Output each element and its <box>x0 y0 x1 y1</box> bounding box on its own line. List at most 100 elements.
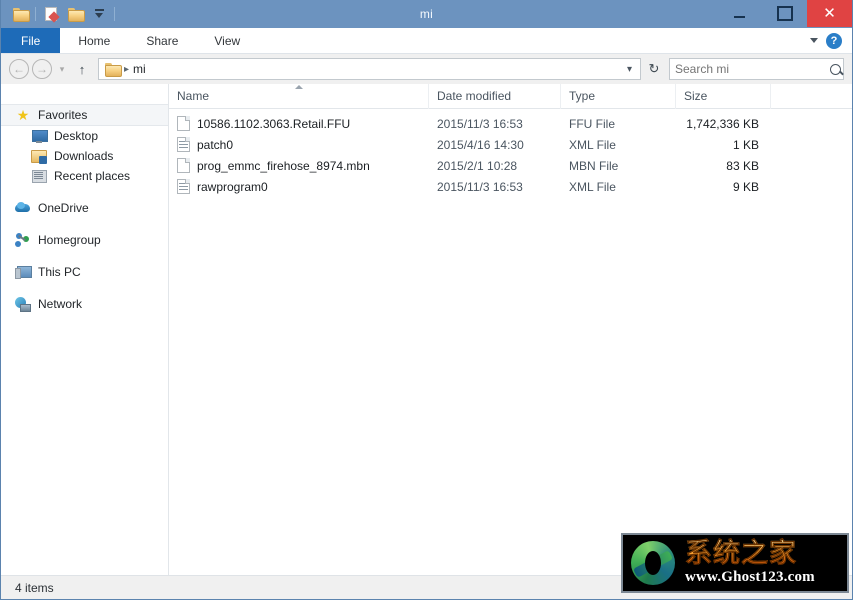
homegroup-icon <box>15 232 31 248</box>
sidebar-item-this-pc[interactable]: This PC <box>1 262 168 282</box>
folder-icon <box>68 8 83 20</box>
file-date-cell: 2015/2/1 10:28 <box>429 155 561 176</box>
file-type-cell: XML File <box>561 176 676 197</box>
sidebar-item-label: Desktop <box>54 129 98 143</box>
sidebar-item-label: Downloads <box>54 149 113 163</box>
sidebar-item-label: Favorites <box>38 108 87 122</box>
desktop-icon <box>31 128 47 144</box>
ghost123-ring-logo-icon <box>627 537 679 589</box>
file-icon <box>177 158 190 173</box>
qat-divider <box>35 7 36 21</box>
sidebar-item-label: Network <box>38 297 82 311</box>
maximize-button[interactable] <box>762 0 807 27</box>
recent-icon <box>31 168 47 184</box>
search-box[interactable] <box>669 58 844 80</box>
tab-view[interactable]: View <box>196 28 258 53</box>
navigation-pane: ★ Favorites Desktop Downloads Recent pla… <box>1 84 169 575</box>
file-date-cell: 2015/11/3 16:53 <box>429 176 561 197</box>
file-name-cell[interactable]: patch0 <box>169 134 429 155</box>
forward-button[interactable]: → <box>32 59 52 79</box>
sidebar-item-onedrive[interactable]: OneDrive <box>1 198 168 218</box>
table-row[interactable]: 10586.1102.3063.Retail.FFU 2015/11/3 16:… <box>169 113 852 134</box>
file-size-cell: 1,742,336 KB <box>676 113 771 134</box>
help-icon[interactable]: ? <box>826 33 842 49</box>
sidebar-item-downloads[interactable]: Downloads <box>1 146 168 166</box>
file-size-cell: 83 KB <box>676 155 771 176</box>
star-icon: ★ <box>15 107 31 123</box>
network-icon <box>15 296 31 312</box>
folder-icon <box>105 63 120 75</box>
watermark-brand: 系统之家 <box>685 540 843 568</box>
path-dropdown-icon[interactable]: ▾ <box>623 64 636 75</box>
file-name-cell[interactable]: rawprogram0 <box>169 176 429 197</box>
sidebar-item-network[interactable]: Network <box>1 294 168 314</box>
file-date-cell: 2015/4/16 14:30 <box>429 134 561 155</box>
qat-folder-view-button[interactable] <box>64 4 86 24</box>
xml-file-icon <box>177 137 190 152</box>
sidebar-item-favorites[interactable]: ★ Favorites <box>1 104 168 126</box>
file-size-cell: 9 KB <box>676 176 771 197</box>
sidebar-item-label: Recent places <box>54 169 130 183</box>
back-button[interactable]: ← <box>9 59 29 79</box>
file-name: rawprogram0 <box>197 180 268 194</box>
watermark-text: 系统之家 www.Ghost123.com <box>685 540 843 586</box>
address-bar: ← → ▾ ↑ ▸ mi ▾ ↻ <box>1 54 852 84</box>
column-header-label: Type <box>569 89 595 103</box>
path-breadcrumb-bar[interactable]: ▸ mi ▾ <box>98 58 641 80</box>
recent-locations-button[interactable]: ▾ <box>55 64 69 75</box>
qat-customize-button[interactable] <box>88 4 110 24</box>
breadcrumb-item-mi[interactable]: mi <box>133 62 146 76</box>
file-rows: 10586.1102.3063.Retail.FFU 2015/11/3 16:… <box>169 109 852 197</box>
file-name: patch0 <box>197 138 233 152</box>
quick-access-toolbar <box>1 0 117 27</box>
file-name-cell[interactable]: prog_emmc_firehose_8974.mbn <box>169 155 429 176</box>
tab-share[interactable]: Share <box>128 28 196 53</box>
qat-folder-properties-button[interactable] <box>9 4 31 24</box>
sidebar-item-label: This PC <box>38 265 81 279</box>
xml-file-icon <box>177 179 190 194</box>
column-header-date-modified[interactable]: Date modified <box>429 84 561 109</box>
column-header-size[interactable]: Size <box>676 84 771 109</box>
sidebar-item-label: Homegroup <box>38 233 101 247</box>
sidebar-item-homegroup[interactable]: Homegroup <box>1 230 168 250</box>
table-row[interactable]: prog_emmc_firehose_8974.mbn 2015/2/1 10:… <box>169 155 852 176</box>
sidebar-item-label: OneDrive <box>38 201 89 215</box>
close-button[interactable]: ✕ <box>807 0 852 27</box>
column-header-type[interactable]: Type <box>561 84 676 109</box>
explorer-window: mi ✕ File Home Share View ? ← → ▾ ↑ ▸ <box>0 0 853 600</box>
table-row[interactable]: patch0 2015/4/16 14:30 XML File 1 KB <box>169 134 852 155</box>
file-date-cell: 2015/11/3 16:53 <box>429 113 561 134</box>
table-row[interactable]: rawprogram0 2015/11/3 16:53 XML File 9 K… <box>169 176 852 197</box>
downloads-icon <box>31 148 47 164</box>
file-name: 10586.1102.3063.Retail.FFU <box>197 117 350 131</box>
folder-icon <box>13 8 28 20</box>
file-type-cell: FFU File <box>561 113 676 134</box>
column-header-name[interactable]: Name <box>169 84 429 109</box>
ribbon-tab-bar: File Home Share View ? <box>1 28 852 54</box>
refresh-button[interactable]: ↻ <box>644 58 664 80</box>
minimize-button[interactable] <box>717 0 762 27</box>
column-headers: Name Date modified Type Size <box>169 84 852 109</box>
window-controls: ✕ <box>717 0 852 27</box>
watermark-overlay: 系统之家 www.Ghost123.com <box>621 533 849 593</box>
ribbon-tabs: File Home Share View <box>1 28 258 53</box>
sidebar-item-desktop[interactable]: Desktop <box>1 126 168 146</box>
breadcrumb-separator: ▸ <box>124 64 129 75</box>
tab-file[interactable]: File <box>1 28 60 53</box>
file-name-cell[interactable]: 10586.1102.3063.Retail.FFU <box>169 113 429 134</box>
file-list-pane: Name Date modified Type Size <box>169 84 852 575</box>
chevron-down-icon[interactable] <box>810 38 818 43</box>
up-button[interactable]: ↑ <box>72 62 92 77</box>
computer-icon <box>15 264 31 280</box>
column-header-label: Size <box>684 89 707 103</box>
document-edit-icon <box>45 7 57 21</box>
tab-home[interactable]: Home <box>60 28 128 53</box>
search-input[interactable] <box>675 62 830 76</box>
sidebar-item-recent-places[interactable]: Recent places <box>1 166 168 186</box>
window-body: ★ Favorites Desktop Downloads Recent pla… <box>1 84 852 575</box>
file-icon <box>177 116 190 131</box>
ribbon-actions: ? <box>810 28 852 53</box>
qat-new-document-button[interactable] <box>40 4 62 24</box>
search-icon[interactable] <box>830 64 841 75</box>
close-icon: ✕ <box>823 6 836 21</box>
